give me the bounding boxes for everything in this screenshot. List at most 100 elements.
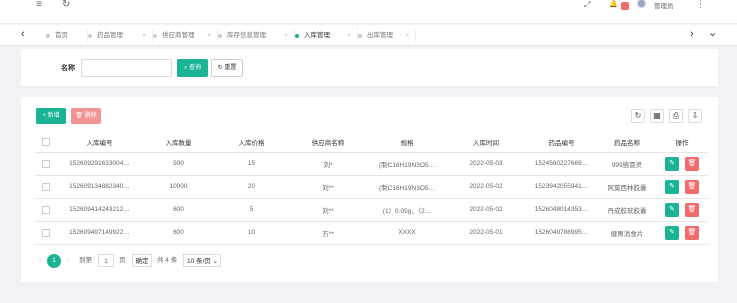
search-input[interactable]	[81, 59, 172, 77]
table-cell: 999感冒灵	[597, 152, 657, 176]
table-row[interactable]: 152609497149922… 600 10 方** XXXX 2022-05-01 15…	[35, 221, 707, 245]
actions-cell: ✎ 🗑	[657, 221, 707, 245]
table-cell: 刘**	[288, 198, 368, 222]
table-cell: 2022-05-03	[446, 152, 526, 176]
table-cell: 2022-05-01	[446, 221, 526, 245]
row-delete-button[interactable]: 🗑	[685, 202, 699, 217]
page-size-select[interactable]: 10 条/页 ⌄	[183, 254, 221, 267]
tab-item[interactable]: 入库管理 ×	[295, 29, 358, 42]
table-cell: 10	[215, 221, 288, 245]
more-icon[interactable]: ⋮	[696, 0, 705, 10]
chevron-down-icon: ⌄	[212, 258, 219, 265]
table-cell: (制C16H19N3O5…	[368, 175, 446, 199]
column-header[interactable]: 入库时间	[446, 133, 526, 153]
column-header[interactable]: 药品名称	[597, 133, 657, 153]
pager-next-icon[interactable]: ›	[67, 254, 69, 268]
table-row[interactable]: 152609134882340… 10000 20 刘** (制C16H19N3O5… 2…	[35, 175, 707, 199]
table-cell: 1523942055941…	[526, 175, 597, 199]
tab-item[interactable]: 出库管理 ×	[358, 29, 416, 42]
actions-cell: ✎ 🗑	[657, 175, 707, 199]
add-button[interactable]: + 新增	[36, 108, 66, 124]
pager-current-page[interactable]: 1	[47, 254, 61, 268]
column-header[interactable]: 药品编号	[526, 133, 597, 153]
select-all-cell[interactable]	[35, 133, 57, 153]
pager-prev-icon[interactable]: ‹	[39, 254, 41, 268]
tabs-dropdown-icon[interactable]: ⌄	[708, 26, 717, 39]
tabs-next-icon[interactable]: ›	[690, 28, 694, 40]
notification-badge	[621, 2, 629, 10]
table-cell: 152609414243212…	[57, 198, 142, 222]
reset-button[interactable]: ↻ 重置	[211, 59, 243, 77]
table-cell: 15	[215, 152, 288, 176]
actions-cell: ✎ 🗑	[657, 152, 707, 176]
tab-label: 出库管理	[367, 32, 393, 39]
close-icon[interactable]: ×	[207, 29, 211, 42]
pager-goto-label: 到第	[79, 257, 92, 264]
table-cell: 刘**	[288, 175, 368, 199]
tab-item[interactable]: 供应商管理 ×	[153, 29, 218, 42]
query-label: 查询	[189, 65, 202, 71]
row-select-cell[interactable]	[35, 152, 57, 176]
tab-item[interactable]: 首页	[46, 29, 88, 42]
tab-dot-icon	[295, 33, 299, 38]
data-table: 入库编号 入库数量 入库价格 供应商名称 规格 入库时间 药品编号 药品名称 操…	[35, 133, 707, 245]
select-all-checkbox[interactable]	[42, 138, 50, 147]
export-button[interactable]: ⇩	[688, 109, 702, 123]
row-delete-button[interactable]: 🗑	[685, 156, 699, 171]
row-delete-button[interactable]: 🗑	[685, 179, 699, 194]
column-header[interactable]: 规格	[368, 133, 446, 153]
row-select-cell[interactable]	[35, 175, 57, 199]
username[interactable]: 管理员	[654, 0, 674, 10]
close-icon[interactable]: ×	[284, 29, 288, 42]
avatar[interactable]	[637, 0, 646, 8]
pager-total: 共 4 条	[157, 257, 178, 264]
columns-button[interactable]: ▦	[650, 109, 664, 123]
row-checkbox[interactable]	[42, 205, 50, 214]
page-size-value: 10 条/页	[187, 258, 211, 265]
delete-button[interactable]: 🗑 删除	[71, 108, 101, 124]
refresh-table-button[interactable]: ↻	[631, 109, 645, 123]
edit-button[interactable]: ✎	[665, 156, 679, 171]
close-icon[interactable]: ×	[347, 29, 351, 42]
tab-label: 入库管理	[304, 32, 330, 39]
table-cell: 健胃消食片	[597, 221, 657, 245]
tabs-prev-icon[interactable]: ‹	[21, 28, 25, 40]
query-button[interactable]: ⌕ 查询	[177, 59, 208, 77]
pager-confirm-button[interactable]: 确定	[132, 254, 152, 267]
bell-icon[interactable]: 🔔	[609, 0, 618, 8]
table-row[interactable]: 152609414243212… 600 5 刘** (1）0.05g，（2… 2022-…	[35, 198, 707, 222]
tab-item[interactable]: 药品管理 ×	[88, 29, 153, 42]
plus-icon: +	[42, 113, 46, 119]
table-cell: 1526048014353…	[526, 198, 597, 222]
table-cell: 500	[142, 152, 215, 176]
fullscreen-icon[interactable]: ⤢	[584, 0, 590, 10]
edit-button[interactable]: ✎	[665, 179, 679, 194]
row-delete-button[interactable]: 🗑	[685, 225, 699, 240]
row-checkbox[interactable]	[42, 228, 50, 237]
column-header[interactable]: 供应商名称	[288, 133, 368, 153]
column-header[interactable]: 入库编号	[57, 133, 142, 153]
pager-page-input[interactable]: 1	[98, 254, 114, 267]
close-icon[interactable]: ×	[142, 29, 146, 42]
edit-button[interactable]: ✎	[665, 202, 679, 217]
top-navbar: ≡ ↻ ⤢ 🔔 管理员 ⋮	[0, 0, 737, 24]
column-header[interactable]: 入库价格	[215, 133, 288, 153]
row-checkbox[interactable]	[42, 182, 50, 191]
column-header[interactable]: 入库数量	[142, 133, 215, 153]
table-cell: XXXX	[368, 221, 446, 245]
columns-icon: ▦	[653, 111, 661, 120]
tab-dot-icon	[46, 33, 50, 38]
close-icon[interactable]: ×	[405, 29, 409, 42]
tab-label: 药品管理	[97, 32, 123, 39]
row-checkbox[interactable]	[42, 159, 50, 168]
row-select-cell[interactable]	[35, 221, 57, 245]
tab-label: 首页	[55, 32, 68, 39]
edit-button[interactable]: ✎	[665, 225, 679, 240]
row-select-cell[interactable]	[35, 198, 57, 222]
print-button[interactable]: ⎙	[669, 109, 683, 123]
refresh-icon[interactable]: ↻	[62, 0, 70, 10]
table-row[interactable]: 152609291633004… 500 15 刘* (制C16H19N3O5… 2022…	[35, 152, 707, 176]
tab-label: 供应商管理	[162, 32, 195, 39]
tab-item[interactable]: 库存信息管理 ×	[218, 29, 295, 42]
menu-icon[interactable]: ≡	[36, 0, 42, 10]
